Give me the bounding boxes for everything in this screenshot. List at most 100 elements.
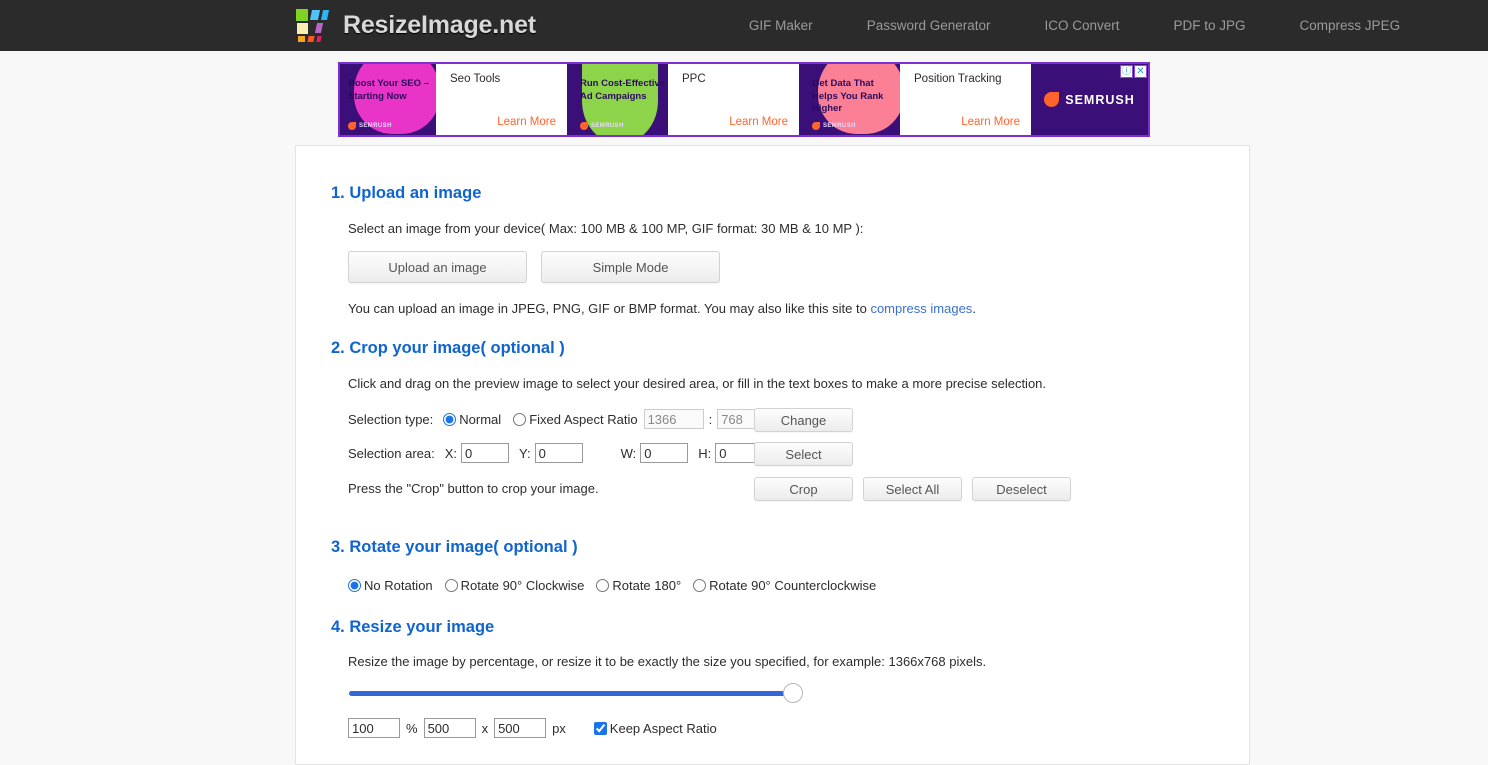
semrush-small-logo-text: SEMRUSH <box>591 123 624 129</box>
rotate-option-90-counterclockwise[interactable]: Rotate 90° Counterclockwise <box>693 578 876 593</box>
advertisement-region: Boost Your SEO – Starting Now SEMRUSH Se… <box>0 51 1488 140</box>
section-heading-resize: 4. Resize your image <box>331 618 495 636</box>
ad-panel-body[interactable]: Seo Tools Learn More <box>436 64 567 135</box>
section-heading-crop: 2. Crop your image( optional ) <box>331 339 565 357</box>
crop-description: Click and drag on the preview image to s… <box>348 376 1047 391</box>
semrush-small-logo-icon: SEMRUSH <box>812 122 856 130</box>
main-content-card: 1. Upload an image Select an image from … <box>295 145 1250 765</box>
main-navigation: GIF Maker Password Generator ICO Convert… <box>722 18 1427 33</box>
rotate-180-label: Rotate 180° <box>612 578 682 593</box>
semrush-mark-icon <box>1044 92 1060 107</box>
selection-y-label: Y: <box>519 445 531 461</box>
ratio-width-input[interactable] <box>643 409 704 429</box>
resize-height-input[interactable] <box>494 718 547 738</box>
rotate-90-clockwise-radio[interactable] <box>444 579 458 592</box>
ad-headline: Boost Your SEO – Starting Now <box>348 78 429 102</box>
semrush-small-logo-text: SEMRUSH <box>359 123 392 129</box>
rotate-90-clockwise-label: Rotate 90° Clockwise <box>460 578 585 593</box>
change-ratio-button[interactable]: Change <box>754 408 853 432</box>
upload-note-prefix: You can upload an image in JPEG, PNG, GI… <box>348 301 871 316</box>
px-unit-label: px <box>552 720 566 736</box>
selection-type-normal-option[interactable]: Normal <box>443 412 501 427</box>
resize-values-row: % x px Keep Aspect Ratio <box>348 718 729 738</box>
dimension-separator-label: x <box>481 720 489 736</box>
selection-x-label: X: <box>444 445 458 461</box>
ad-panel-body[interactable]: PPC Learn More <box>668 64 799 135</box>
crop-instruction-note: Press the "Crop" button to crop your ima… <box>348 481 599 496</box>
selection-area-label: Selection area: <box>348 445 435 461</box>
semrush-small-logo-text: SEMRUSH <box>823 123 856 129</box>
ad-panel-ppc[interactable]: Run Cost-Effective Ad Campaigns SEMRUSH … <box>572 64 799 135</box>
resize-width-input[interactable] <box>423 718 476 738</box>
ad-panel-body[interactable]: Position Tracking Learn More <box>900 64 1031 135</box>
site-header: ResizeImage.net GIF Maker Password Gener… <box>0 0 1488 51</box>
ad-panel-seo-tools[interactable]: Boost Your SEO – Starting Now SEMRUSH Se… <box>340 64 567 135</box>
selection-type-fixed-ratio-label: Fixed Aspect Ratio <box>529 411 638 427</box>
nav-item-pdf-to-jpg[interactable]: PDF to JPG <box>1147 18 1273 33</box>
ad-panel-headline-area: Run Cost-Effective Ad Campaigns SEMRUSH <box>572 64 668 135</box>
selection-type-fixed-ratio-option[interactable]: Fixed Aspect Ratio <box>513 411 638 427</box>
ad-panel-headline-area: Boost Your SEO – Starting Now SEMRUSH <box>340 64 436 135</box>
ratio-separator: : <box>708 411 713 427</box>
semrush-small-logo-icon: SEMRUSH <box>348 122 392 130</box>
selection-w-label: W: <box>620 445 637 461</box>
ad-learn-more-link[interactable]: Learn More <box>497 116 556 128</box>
nav-item-gif-maker[interactable]: GIF Maker <box>722 18 840 33</box>
simple-mode-button[interactable]: Simple Mode <box>541 251 720 283</box>
ad-learn-more-link[interactable]: Learn More <box>961 116 1020 128</box>
keep-aspect-ratio-option[interactable]: Keep Aspect Ratio <box>593 720 717 736</box>
selection-type-normal-radio[interactable] <box>443 412 457 426</box>
rotate-90-counterclockwise-radio[interactable] <box>693 579 707 592</box>
brand-name: ResizeImage.net <box>343 11 536 39</box>
rotate-180-radio[interactable] <box>596 579 610 592</box>
info-icon[interactable]: ⓘ <box>1120 65 1133 78</box>
rotate-no-rotation-radio[interactable] <box>348 579 361 592</box>
keep-aspect-ratio-checkbox[interactable] <box>593 721 607 735</box>
nav-item-ico-convert[interactable]: ICO Convert <box>1018 18 1147 33</box>
upload-an-image-button[interactable]: Upload an image <box>348 251 527 283</box>
resize-percentage-slider[interactable] <box>349 683 803 704</box>
nav-item-compress-jpeg[interactable]: Compress JPEG <box>1273 18 1428 33</box>
slider-track[interactable] <box>349 691 801 696</box>
nav-item-password-generator[interactable]: Password Generator <box>840 18 1018 33</box>
rotate-option-90-clockwise[interactable]: Rotate 90° Clockwise <box>444 578 585 593</box>
ad-controls: ⓘ ✕ <box>1120 65 1147 78</box>
semrush-ad-banner[interactable]: Boost Your SEO – Starting Now SEMRUSH Se… <box>338 62 1150 137</box>
ad-panel-title: PPC <box>682 73 706 85</box>
selection-y-input[interactable] <box>534 443 583 463</box>
semrush-small-logo-icon: SEMRUSH <box>580 122 624 130</box>
rotate-options-row: No Rotation Rotate 90° Clockwise Rotate … <box>348 578 888 593</box>
keep-aspect-ratio-label: Keep Aspect Ratio <box>609 720 717 736</box>
ad-headline: Run Cost-Effective Ad Campaigns <box>580 78 665 102</box>
brand-logo-link[interactable]: ResizeImage.net <box>296 9 536 42</box>
colored-squares-logo-icon <box>296 9 334 42</box>
percent-unit-label: % <box>406 720 418 736</box>
ad-learn-more-link[interactable]: Learn More <box>729 116 788 128</box>
selection-area-row: Selection area: X: Y: W: H: <box>348 443 764 463</box>
compress-images-link[interactable]: compress images <box>870 301 972 316</box>
rotate-90-counterclockwise-label: Rotate 90° Counterclockwise <box>709 578 877 593</box>
selection-type-fixed-ratio-radio[interactable] <box>513 412 527 426</box>
ad-panel-headline-area: Get Data That Helps You Rank Higher SEMR… <box>804 64 900 135</box>
resize-description: Resize the image by percentage, or resiz… <box>348 654 987 669</box>
select-button[interactable]: Select <box>754 442 853 466</box>
deselect-button[interactable]: Deselect <box>972 477 1071 501</box>
upload-format-note: You can upload an image in JPEG, PNG, GI… <box>348 301 976 316</box>
selection-h-label: H: <box>698 445 712 461</box>
ad-panel-title: Seo Tools <box>450 73 501 85</box>
selection-w-input[interactable] <box>640 443 689 463</box>
selection-x-input[interactable] <box>461 443 510 463</box>
ad-headline: Get Data That Helps You Rank Higher <box>812 78 884 114</box>
upload-description: Select an image from your device( Max: 1… <box>348 221 864 236</box>
select-all-button[interactable]: Select All <box>863 477 962 501</box>
resize-percent-input[interactable] <box>348 718 400 738</box>
close-icon[interactable]: ✕ <box>1134 65 1147 78</box>
upload-note-suffix: . <box>972 301 976 316</box>
section-heading-upload: 1. Upload an image <box>331 184 482 202</box>
crop-button[interactable]: Crop <box>754 477 853 501</box>
rotate-option-180[interactable]: Rotate 180° <box>596 578 681 593</box>
ad-panel-position-tracking[interactable]: Get Data That Helps You Rank Higher SEMR… <box>804 64 1031 135</box>
selection-type-normal-label: Normal <box>459 411 502 427</box>
rotate-option-no-rotation[interactable]: No Rotation <box>348 578 433 593</box>
slider-thumb[interactable] <box>783 683 803 703</box>
